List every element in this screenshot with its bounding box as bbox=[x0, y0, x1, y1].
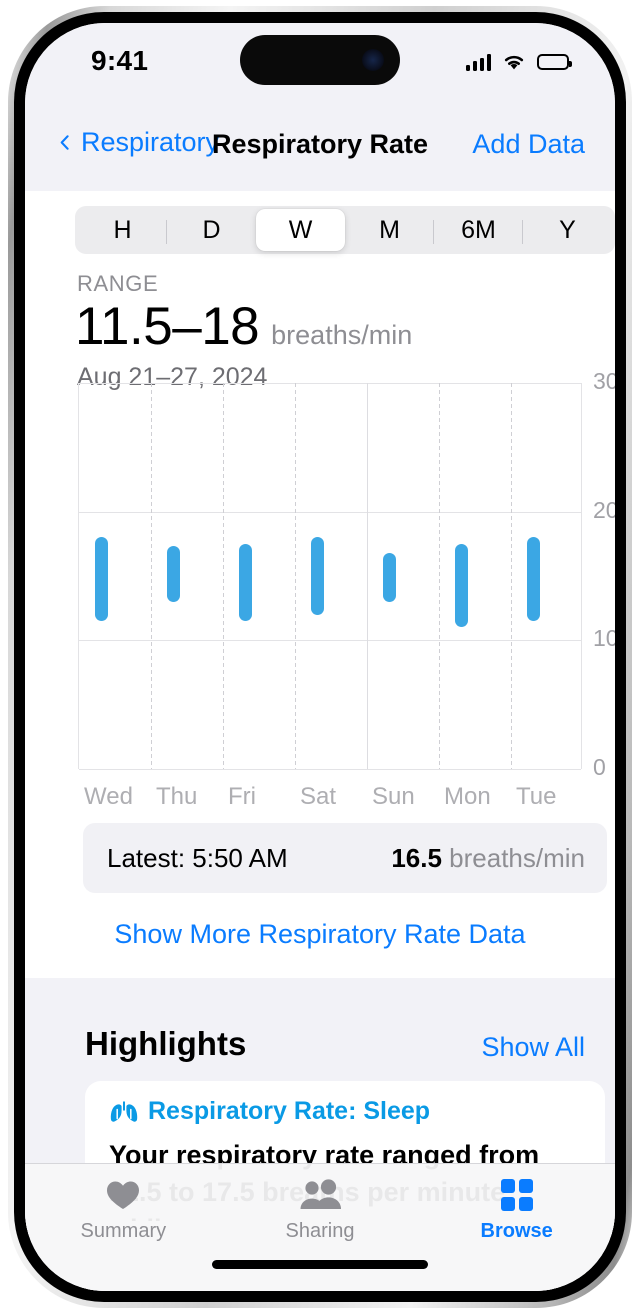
cellular-bars-icon bbox=[465, 53, 491, 71]
tab-sharing[interactable]: Sharing bbox=[222, 1164, 419, 1291]
home-indicator bbox=[212, 1260, 428, 1269]
people-icon bbox=[300, 1179, 341, 1209]
phone-screen: 9:41 Respiratory Respiratory Rate Add Da… bbox=[25, 23, 615, 1291]
device-bezel: 9:41 Respiratory Respiratory Rate Add Da… bbox=[14, 12, 626, 1302]
chart-xtick-label: Fri bbox=[228, 783, 256, 810]
chart-range-bar[interactable] bbox=[95, 537, 108, 622]
chart-range-bar[interactable] bbox=[455, 543, 468, 628]
chart-gridline-y bbox=[79, 383, 581, 384]
tab-summary-label: Summary bbox=[80, 1220, 167, 1242]
chart-plot-area bbox=[78, 383, 582, 770]
chart-ytick-label: 20 bbox=[593, 496, 615, 523]
chart-week-boundary bbox=[367, 383, 368, 769]
chart-gridline-x bbox=[295, 383, 296, 769]
chart-gridline-x bbox=[151, 383, 152, 769]
navigation-bar: Respiratory Respiratory Rate Add Data bbox=[25, 101, 615, 191]
chart-xtick-label: Sun bbox=[372, 783, 415, 810]
range-value: 11.5–18 bbox=[75, 297, 260, 356]
chart-range-bar[interactable] bbox=[311, 537, 324, 615]
chart-xtick-label: Tue bbox=[516, 783, 557, 810]
tab-bar: Summary Sharing Browse bbox=[25, 1163, 615, 1291]
show-more-data-link[interactable]: Show More Respiratory Rate Data bbox=[25, 919, 615, 950]
dynamic-island bbox=[240, 35, 400, 85]
tab-browse-label: Browse bbox=[480, 1220, 553, 1242]
chart-gridline-x bbox=[439, 383, 440, 769]
highlight-card-header: Respiratory Rate: Sleep bbox=[109, 1097, 430, 1126]
latest-label: Latest: 5:50 AM bbox=[107, 842, 288, 873]
chevron-left-icon bbox=[60, 135, 69, 150]
page-title: Respiratory Rate bbox=[211, 129, 429, 159]
chart-range-bar[interactable] bbox=[167, 546, 180, 602]
latest-value-group: 16.5 breaths/min bbox=[391, 843, 585, 874]
segment-label: W bbox=[288, 215, 313, 244]
chart-xtick-label: Sat bbox=[300, 783, 337, 810]
tab-sharing-label: Sharing bbox=[285, 1220, 355, 1242]
chart-gridline-y bbox=[79, 511, 581, 513]
range-label: RANGE bbox=[77, 271, 159, 296]
back-button-label: Respiratory bbox=[81, 127, 220, 157]
segment-d[interactable]: D bbox=[167, 209, 256, 251]
chart-gridline-y bbox=[79, 769, 581, 770]
wifi-icon bbox=[504, 55, 524, 70]
latest-unit: breaths/min bbox=[449, 842, 585, 873]
status-bar-clock: 9:41 bbox=[91, 45, 149, 76]
chart-ytick-label: 10 bbox=[593, 625, 615, 652]
highlights-title: Highlights bbox=[85, 1025, 247, 1062]
chart-xtick-label: Thu bbox=[156, 783, 198, 810]
time-range-segmented-control[interactable]: H D W M 6M Y bbox=[75, 206, 615, 254]
chart-range-bar[interactable] bbox=[527, 537, 540, 622]
front-camera-icon bbox=[362, 49, 384, 71]
back-button[interactable]: Respiratory bbox=[57, 127, 219, 158]
chart-range-bar[interactable] bbox=[383, 552, 396, 602]
grid-icon bbox=[500, 1179, 533, 1211]
tab-browse[interactable]: Browse bbox=[418, 1164, 615, 1291]
battery-icon bbox=[537, 54, 572, 70]
range-value-row: 11.5–18 breaths/min bbox=[75, 296, 412, 357]
scroll-content: H D W M 6M Y RANGE 11.5–18 breaths/min Aug 21… bbox=[25, 191, 615, 1291]
segment-label: M bbox=[379, 215, 400, 244]
latest-reading-card: Latest: 5:50 AM 16.5 breaths/min bbox=[83, 823, 607, 893]
chart-xtick-label: Wed bbox=[84, 783, 133, 810]
chart-ytick-label: 30 bbox=[593, 368, 615, 394]
segment-label: Y bbox=[559, 215, 576, 244]
add-data-button[interactable]: Add Data bbox=[472, 129, 585, 160]
segment-y[interactable]: Y bbox=[523, 209, 612, 251]
lungs-icon bbox=[110, 1101, 138, 1122]
highlight-card-heading: Respiratory Rate: Sleep bbox=[148, 1097, 431, 1125]
range-unit: breaths/min bbox=[271, 320, 413, 350]
segment-6m[interactable]: 6M bbox=[434, 209, 523, 251]
chart-gridline-x bbox=[511, 383, 512, 769]
segment-m[interactable]: M bbox=[345, 209, 434, 251]
status-bar-icons bbox=[465, 49, 572, 75]
chart-gridline-x bbox=[223, 383, 224, 769]
segment-label: H bbox=[113, 215, 132, 244]
iphone-device-frame: 9:41 Respiratory Respiratory Rate Add Da… bbox=[8, 6, 632, 1308]
chart-xtick-label: Mon bbox=[444, 783, 491, 810]
chart-gridline-y bbox=[79, 640, 581, 642]
segment-w[interactable]: W bbox=[256, 209, 345, 251]
segment-label: 6M bbox=[461, 215, 496, 244]
respiratory-rate-chart[interactable]: 0 10 20 30 Wed Thu Fri Sat Sun Mon Tue bbox=[25, 368, 615, 810]
chart-range-bar[interactable] bbox=[239, 543, 252, 622]
status-bar: 9:41 bbox=[25, 23, 615, 101]
heart-icon bbox=[107, 1181, 140, 1209]
latest-value: 16.5 bbox=[391, 842, 442, 873]
show-all-button[interactable]: Show All bbox=[481, 1032, 585, 1063]
segment-h[interactable]: H bbox=[78, 209, 167, 251]
tab-summary[interactable]: Summary bbox=[25, 1164, 222, 1291]
segment-label: D bbox=[202, 215, 221, 244]
chart-ytick-label: 0 bbox=[593, 754, 606, 780]
